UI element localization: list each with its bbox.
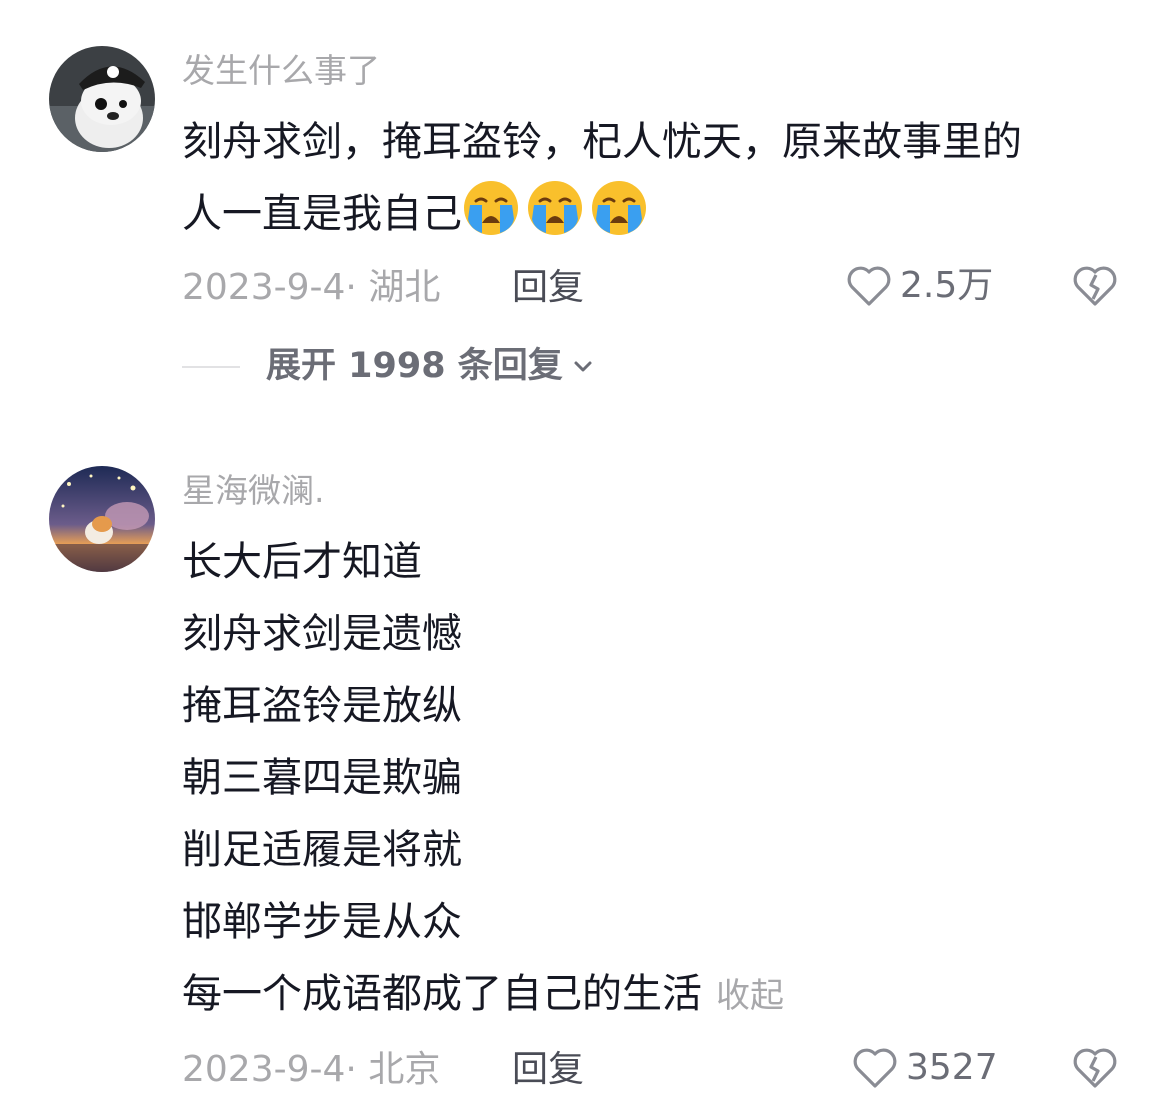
comment-text-line: 每一个成语都成了自己的生活 收起 [182, 958, 784, 1032]
comment-date: 2023-9-4· [182, 267, 357, 308]
loudly-crying-face-icon [592, 181, 646, 235]
expand-replies-label: 展开 1998 条回复 [266, 346, 563, 386]
dislike-button[interactable] [1072, 1045, 1118, 1095]
comment-text-line: 刻舟求剑，掩耳盗铃，杞人忧天，原来故事里的 [182, 119, 1022, 165]
comment-text-line: 掩耳盗铃是放纵 [182, 683, 462, 729]
username[interactable]: 发生什么事了 [182, 54, 380, 87]
comment-text-line: 邯郸学步是从众 [182, 899, 462, 945]
like-button[interactable]: 3527 [852, 1045, 998, 1091]
dislike-button[interactable] [1072, 263, 1118, 313]
like-count: 2.5万 [900, 265, 994, 306]
comment-2: 星海微澜. 长大后才知道 刻舟求剑是遗憾 掩耳盗铃是放纵 朝三暮四是欺骗 削足适… [0, 420, 1170, 1098]
comment-text: 刻舟求剑，掩耳盗铃，杞人忧天，原来故事里的 人一直是我自己 [182, 106, 1022, 250]
comment-text-line: 刻舟求剑是遗憾 [182, 611, 462, 657]
comment-date: 2023-9-4· [182, 1049, 357, 1090]
comment-text-line-2: 人一直是我自己 [182, 191, 462, 237]
avatar[interactable] [49, 466, 155, 572]
emoji-group [462, 181, 654, 237]
username[interactable]: 星海微澜. [182, 474, 325, 507]
chevron-down-icon [574, 361, 592, 371]
reply-button[interactable]: 回复 [512, 1052, 584, 1088]
comment-meta: 2023-9-4· 湖北 [182, 270, 440, 306]
comment-text-line: 削足适履是将就 [182, 827, 462, 873]
broken-heart-icon [1073, 266, 1117, 306]
comment-text-line: 人一直是我自己 [182, 178, 1022, 250]
collapse-link[interactable]: 收起 [716, 976, 784, 1016]
comment-location: 湖北 [368, 267, 441, 308]
divider [182, 365, 240, 368]
like-button[interactable]: 2.5万 [846, 263, 993, 309]
comment-location: 北京 [368, 1049, 441, 1090]
avatar[interactable] [49, 46, 155, 152]
expand-replies[interactable]: 展开 1998 条回复 [182, 349, 597, 384]
reply-button[interactable]: 回复 [512, 270, 584, 306]
loudly-crying-face-icon [528, 181, 582, 235]
broken-heart-icon [1073, 1048, 1117, 1088]
comment-text-line: 长大后才知道 [182, 539, 422, 585]
comment-text-line: 朝三暮四是欺骗 [182, 755, 462, 801]
comment-text-line-last: 每一个成语都成了自己的生活 [182, 971, 702, 1017]
comment-1: 发生什么事了 刻舟求剑，掩耳盗铃，杞人忧天，原来故事里的 人一直是我自己 202… [0, 0, 1170, 410]
heart-icon [853, 1048, 897, 1088]
comment-meta: 2023-9-4· 北京 [182, 1052, 440, 1088]
heart-icon [847, 266, 891, 306]
loudly-crying-face-icon [464, 181, 518, 235]
comment-text: 长大后才知道 刻舟求剑是遗憾 掩耳盗铃是放纵 朝三暮四是欺骗 削足适履是将就 邯… [182, 526, 784, 1032]
like-count: 3527 [906, 1047, 998, 1088]
